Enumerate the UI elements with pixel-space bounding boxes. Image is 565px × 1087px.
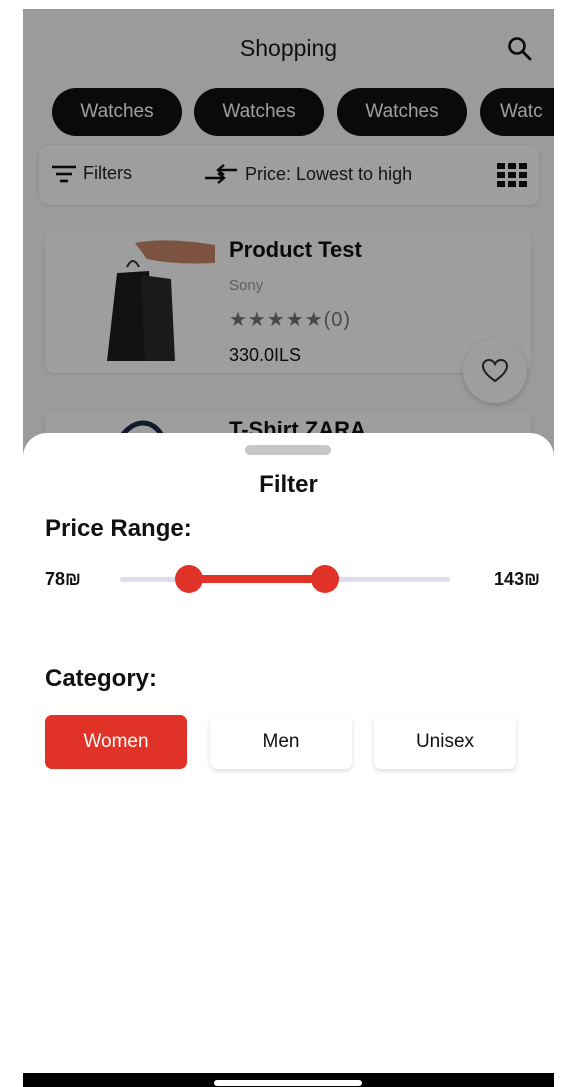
price-range-slider[interactable] (120, 565, 450, 593)
slider-selected-range (189, 575, 325, 583)
price-min-value: 78₪ (45, 569, 81, 589)
filter-sheet: Filter Price Range: 78₪ 143₪ Category: W… (23, 433, 554, 1073)
category-men-button[interactable]: Men (210, 715, 352, 769)
app-screen: Shopping Watches Watches Watches Watc Fi… (23, 9, 554, 1087)
category-label: Category: (45, 665, 158, 692)
sheet-title: Filter (259, 471, 318, 498)
price-max-value: 143₪ (494, 569, 540, 589)
home-indicator[interactable] (214, 1080, 362, 1086)
system-home-bar (23, 1073, 554, 1087)
price-range-label: Price Range: (45, 515, 192, 542)
category-women-button[interactable]: Women (45, 715, 187, 769)
sheet-drag-handle[interactable] (245, 445, 331, 455)
slider-max-handle[interactable] (310, 565, 339, 593)
category-unisex-button[interactable]: Unisex (374, 715, 516, 769)
slider-min-handle[interactable] (175, 565, 204, 593)
